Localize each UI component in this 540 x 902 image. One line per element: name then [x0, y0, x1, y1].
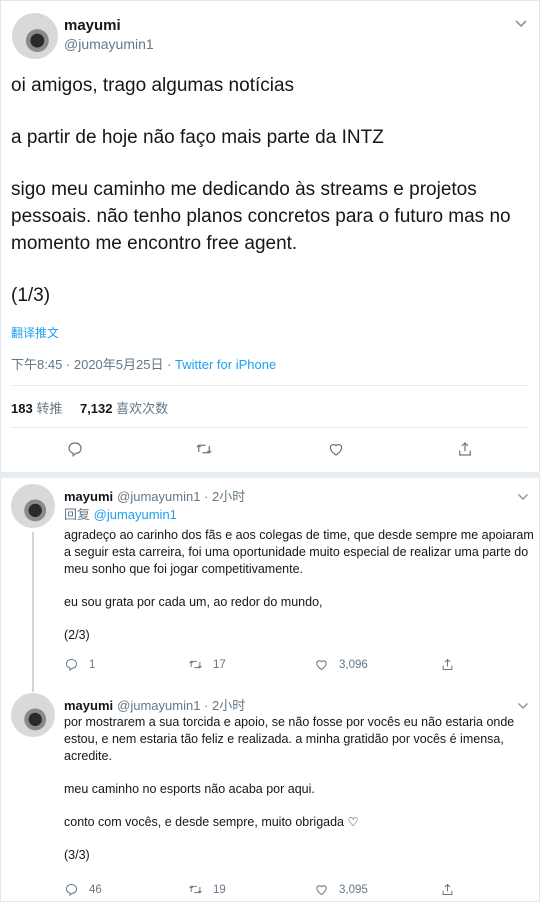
tweet-paragraph: meu caminho no esports não acaba por aqu… [64, 782, 315, 796]
share-button[interactable] [440, 657, 465, 672]
reply-tweet[interactable]: mayumi @jumayumin1 · 2小时 回复 @jumayumin1 a… [0, 478, 540, 692]
reply-button[interactable]: 46 [64, 882, 102, 897]
like-button[interactable]: 3,095 [314, 882, 368, 897]
reply-count: 46 [89, 883, 102, 896]
share-icon [442, 658, 453, 670]
like-icon[interactable] [327, 440, 345, 458]
tweet-meta: 下午8:45 · 2020年5月25日 · Twitter for iPhone [11, 354, 276, 373]
reply-icon [65, 658, 78, 672]
share-icon[interactable] [456, 440, 474, 458]
retweet-icon [189, 660, 202, 669]
share-button[interactable] [440, 882, 465, 897]
chevron-down-icon[interactable] [514, 16, 528, 32]
retweet-icon[interactable] [195, 440, 213, 458]
reply-button[interactable]: 1 [64, 657, 95, 672]
reply-header: mayumi @jumayumin1 · 2小时 [64, 486, 245, 505]
like-count: 3,095 [339, 883, 368, 896]
retweet-button[interactable]: 19 [188, 882, 226, 897]
reply-count: 1 [89, 658, 96, 671]
tweet-paragraph: por mostrarem a sua torcida e apoio, se … [64, 715, 515, 763]
reply-tweet[interactable]: mayumi @jumayumin1 · 2小时 por mostrarem a … [0, 688, 540, 902]
tweet-paragraph: a partir de hoje não faço mais parte da … [11, 127, 384, 148]
divider [11, 427, 529, 428]
tweet-paragraph: (2/3) [64, 628, 90, 642]
main-tweet: mayumi @jumayumin1 oi amigos, trago algu… [0, 0, 540, 470]
timestamp[interactable]: 下午8:45 · 2020年5月25日 · [11, 357, 175, 372]
replying-to-label: 回复 [64, 507, 94, 522]
tweet-paragraph: eu sou grata por cada um, ao redor do mu… [64, 595, 323, 609]
avatar[interactable] [12, 13, 58, 59]
tweet-paragraph: (3/3) [64, 848, 90, 862]
divider [11, 385, 529, 386]
tweet-paragraph: oi amigos, trago algumas notícias [11, 75, 295, 96]
like-button[interactable]: 3,096 [314, 657, 368, 672]
user-handle[interactable]: @jumayumin1 [117, 698, 200, 713]
like-count[interactable]: 7,132 [80, 401, 113, 416]
tweet-paragraph: (1/3) [11, 285, 51, 306]
like-icon [316, 660, 327, 671]
reply-icon [65, 883, 78, 897]
tweet-paragraph: conto com vocês, e desde sempre, muito o… [64, 815, 359, 829]
user-handle[interactable]: @jumayumin1 [117, 489, 200, 504]
retweet-icon [189, 885, 202, 894]
share-icon [442, 883, 453, 895]
tweet-paragraph: sigo meu caminho me dedicando às streams… [11, 179, 516, 254]
retweet-label[interactable]: 转推 [36, 401, 62, 416]
timestamp[interactable]: · 2小时 [204, 698, 245, 713]
reply-icon[interactable] [66, 440, 84, 458]
translate-link[interactable]: 翻译推文 [11, 324, 59, 341]
retweet-count: 19 [213, 883, 226, 896]
display-name[interactable]: mayumi [64, 698, 113, 713]
tweet-text: oi amigos, trago algumas notícias a part… [11, 72, 526, 334]
source-app-link[interactable]: Twitter for iPhone [175, 357, 276, 372]
tweet-text: por mostrarem a sua torcida e apoio, se … [64, 714, 534, 880]
retweet-count: 17 [213, 658, 226, 671]
avatar[interactable] [11, 693, 55, 737]
tweet-actions [0, 440, 540, 464]
like-icon [316, 885, 327, 896]
display-name[interactable]: mayumi [64, 17, 121, 34]
like-count: 3,096 [339, 658, 368, 671]
tweet-stats: 183 转推 7,132 喜欢次数 [11, 398, 182, 417]
reply-header: mayumi @jumayumin1 · 2小时 [64, 695, 245, 714]
replying-to: 回复 @jumayumin1 [64, 504, 177, 523]
chevron-down-icon[interactable] [517, 697, 529, 713]
display-name[interactable]: mayumi [64, 489, 113, 504]
replying-to-handle[interactable]: @jumayumin1 [94, 507, 177, 522]
timestamp[interactable]: · 2小时 [204, 489, 245, 504]
retweet-count[interactable]: 183 [11, 401, 33, 416]
user-handle[interactable]: @jumayumin1 [64, 36, 154, 52]
chevron-down-icon[interactable] [517, 488, 529, 504]
like-label[interactable]: 喜欢次数 [116, 401, 168, 416]
tweet-text: agradeço ao carinho dos fãs e aos colega… [64, 527, 534, 660]
avatar[interactable] [11, 484, 55, 528]
retweet-button[interactable]: 17 [188, 657, 226, 672]
thread-line [32, 532, 34, 692]
tweet-paragraph: agradeço ao carinho dos fãs e aos colega… [64, 528, 534, 576]
